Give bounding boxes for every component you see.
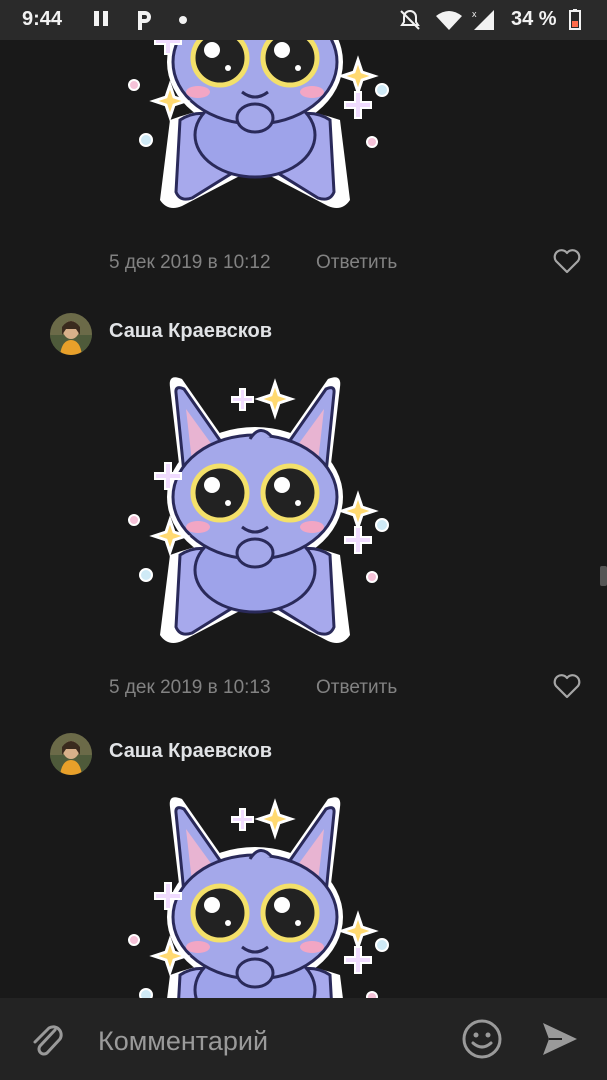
sticker-image[interactable] xyxy=(110,365,400,660)
author-name[interactable]: Саша Краевсков xyxy=(109,320,272,343)
comment-date: 5 дек 2019 в 10:13 xyxy=(109,677,271,698)
battery-icon xyxy=(569,9,581,30)
reply-link[interactable]: Ответить xyxy=(316,677,397,699)
attach-icon[interactable] xyxy=(28,1020,66,1060)
sticker-image[interactable] xyxy=(110,40,400,225)
wifi-icon xyxy=(436,11,462,30)
author-name[interactable]: Саша Краевсков xyxy=(109,740,272,763)
pause-icon xyxy=(94,11,108,26)
like-icon[interactable] xyxy=(553,248,581,274)
comment-compose-bar xyxy=(0,998,607,1080)
scrollbar-thumb[interactable] xyxy=(600,566,607,586)
dot-icon xyxy=(179,16,187,24)
comments-feed[interactable]: 5 дек 2019 в 10:12 Ответить Саша Краевск… xyxy=(0,40,607,998)
avatar[interactable] xyxy=(50,313,92,355)
battery-percent: 34 % xyxy=(511,8,557,30)
sticker-image[interactable] xyxy=(110,785,400,998)
emoji-icon[interactable] xyxy=(461,1018,503,1060)
avatar[interactable] xyxy=(50,733,92,775)
reply-link[interactable]: Ответить xyxy=(316,252,397,274)
like-icon[interactable] xyxy=(553,673,581,699)
svg-text:x: x xyxy=(472,9,477,19)
send-icon[interactable] xyxy=(540,1020,580,1058)
comment-date: 5 дек 2019 в 10:12 xyxy=(109,252,271,273)
cellular-icon: x xyxy=(472,9,494,30)
status-bar: 9:44 x 34 % xyxy=(0,0,607,40)
status-time: 9:44 xyxy=(22,8,63,30)
comment-input[interactable] xyxy=(96,1022,440,1060)
notifications-off-icon xyxy=(400,9,420,30)
p-app-icon xyxy=(138,11,151,30)
